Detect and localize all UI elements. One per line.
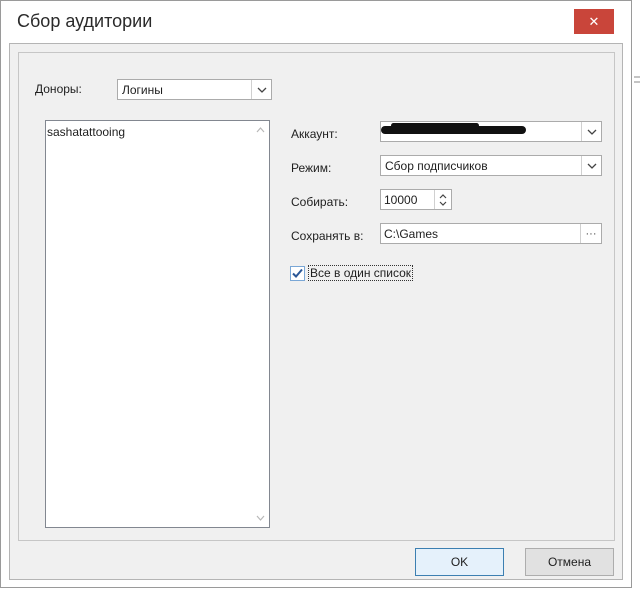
mode-label: Режим: [291, 161, 332, 175]
donors-list[interactable]: sashatattooing [45, 120, 270, 528]
close-button[interactable]: ✕ [574, 9, 614, 34]
save-path-field[interactable]: C:\Games ··· [380, 223, 602, 244]
scroll-up-icon[interactable] [255, 125, 266, 135]
collect-count-value[interactable]: 10000 [384, 193, 417, 207]
donors-label: Доноры: [35, 82, 82, 96]
chevron-down-icon[interactable] [581, 156, 601, 175]
dialog-client-area: Доноры: Логины sashatattooing Аккаунт: Р… [9, 43, 623, 580]
title-bar[interactable]: Сбор аудитории ✕ [1, 1, 631, 41]
cancel-button[interactable]: Отмена [525, 548, 614, 576]
settings-group: Доноры: Логины sashatattooing Аккаунт: Р… [18, 52, 615, 541]
chevron-down-icon[interactable] [251, 80, 271, 99]
single-list-checkbox[interactable] [290, 266, 305, 281]
dialog-window: Сбор аудитории ✕ Доноры: Логины sashatat… [0, 0, 632, 588]
list-item[interactable]: sashatattooing [47, 125, 125, 139]
chevron-down-icon[interactable] [581, 122, 601, 141]
redacted-account-value-2 [391, 123, 479, 128]
account-label: Аккаунт: [291, 127, 338, 141]
checkmark-icon [292, 268, 303, 278]
scroll-down-icon[interactable] [255, 513, 266, 523]
background-window-edge [632, 72, 642, 112]
close-icon: ✕ [588, 13, 600, 29]
single-list-label[interactable]: Все в один список [307, 265, 414, 281]
ok-button[interactable]: OK [415, 548, 504, 576]
window-title: Сбор аудитории [17, 11, 153, 31]
save-to-label: Сохранять в: [291, 229, 364, 243]
donors-type-select[interactable]: Логины [117, 79, 272, 100]
save-path-value[interactable]: C:\Games [384, 227, 438, 241]
collect-label: Собирать: [291, 195, 349, 209]
browse-icon[interactable]: ··· [580, 224, 601, 243]
account-select[interactable] [380, 121, 602, 142]
mode-select[interactable]: Сбор подписчиков [380, 155, 602, 176]
mode-value: Сбор подписчиков [385, 159, 488, 173]
spin-arrows-icon[interactable] [434, 190, 451, 209]
collect-count-stepper[interactable]: 10000 [380, 189, 452, 210]
donors-type-value: Логины [122, 83, 163, 97]
